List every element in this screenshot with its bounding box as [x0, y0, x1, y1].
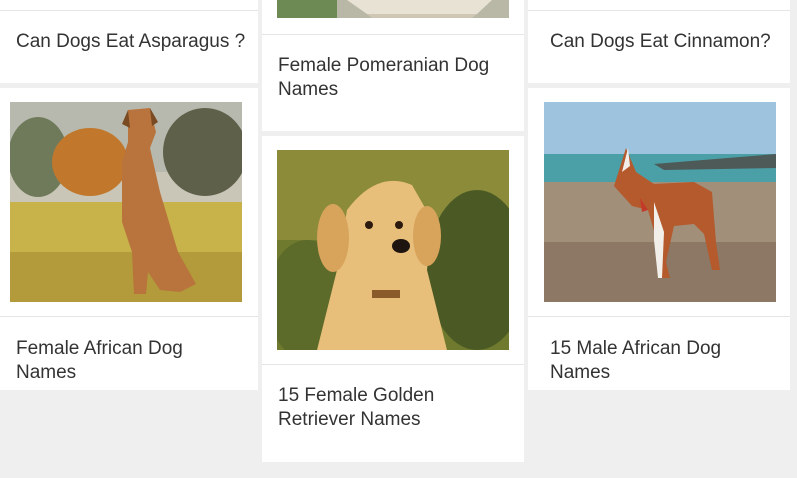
basenji-dog-beach-photo[interactable] [544, 102, 776, 302]
dog-bed-photo[interactable] [277, 0, 509, 18]
card-title[interactable]: 15 Female Golden Retriever Names [278, 384, 512, 432]
card-top-divider [0, 10, 258, 11]
card-title[interactable]: Can Dogs Eat Cinnamon? [550, 30, 778, 54]
card-title[interactable]: 15 Male African Dog Names [550, 337, 778, 385]
card-divider [528, 316, 790, 317]
card-title[interactable]: Female Pomeranian Dog Names [278, 54, 512, 102]
article-card-pomeranian[interactable]: Female Pomeranian Dog Names [262, 0, 524, 131]
golden-retriever-puppy-photo[interactable] [277, 150, 509, 350]
ridgeback-dog-photo[interactable] [10, 102, 242, 302]
article-card-golden-retriever[interactable]: 15 Female Golden Retriever Names [262, 136, 524, 462]
card-title[interactable]: Can Dogs Eat Asparagus ? [16, 30, 246, 54]
article-card-asparagus[interactable]: Can Dogs Eat Asparagus ? [0, 0, 258, 83]
article-card-african-male[interactable]: 15 Male African Dog Names [528, 88, 790, 390]
card-divider [262, 364, 524, 365]
card-top-divider [528, 10, 790, 11]
card-divider [262, 34, 524, 35]
article-card-african-female[interactable]: Female African Dog Names [0, 88, 258, 390]
card-divider [0, 316, 258, 317]
card-title[interactable]: Female African Dog Names [16, 337, 246, 385]
article-card-cinnamon[interactable]: Can Dogs Eat Cinnamon? [528, 0, 790, 83]
